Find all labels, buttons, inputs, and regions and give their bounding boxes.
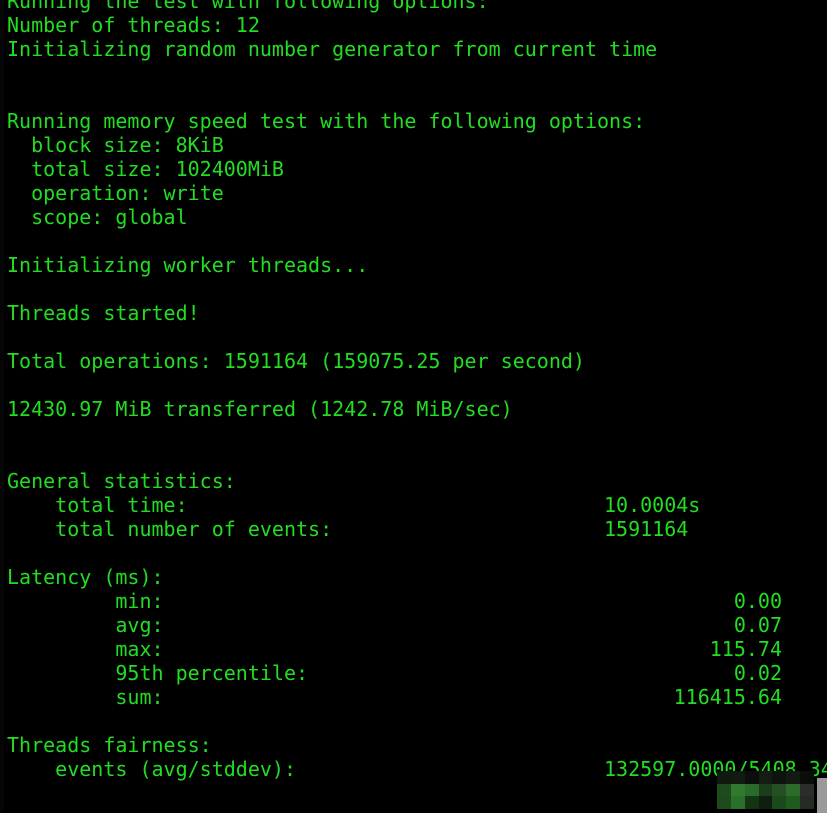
stat-label-total-events: total number of events: [7,517,333,541]
terminal-scrollbar-thumb[interactable] [817,778,827,813]
section-header-threads-fairness: Threads fairness: [7,733,212,757]
redaction-pixel [730,783,745,797]
redaction-pixel [772,771,787,784]
output-line-blank [0,445,827,469]
output-line-option-block-size: block size: 8KiB [7,133,224,157]
redaction-pixel [744,796,759,809]
stat-row-latency-p95: 95th percentile: 0.02 [0,661,827,685]
redaction-pixel [717,796,731,809]
redaction-pixel [772,796,787,809]
stat-value-latency-sum: 116415.64 [673,685,782,709]
output-line-blank [0,85,827,109]
output-line-blank [0,421,827,445]
pixelated-redaction-overlay [717,771,814,809]
output-line-option-operation: operation: write [7,181,224,205]
output-line-blank [0,373,827,397]
stat-value-latency-avg: 0.07 [733,613,782,637]
output-line-blank [0,61,827,85]
stat-row-latency-min: min: 0.00 [0,589,827,613]
output-line-num-threads: Number of threads: 12 [7,13,260,37]
output-line-total-operations: Total operations: 1591164 (159075.25 per… [7,349,585,373]
redaction-pixel [717,783,731,797]
output-line-threads-started: Threads started! [7,301,200,325]
section-header-latency: Latency (ms): [7,565,164,589]
stat-row-latency-avg: avg: 0.07 [0,613,827,637]
stat-row-total-events: total number of events: 1591164 [0,517,827,541]
stat-value-total-time: 10.0004s [604,493,701,517]
stat-value-latency-p95: 0.02 [733,661,782,685]
output-line-mem-test-header: Running memory speed test with the follo… [7,109,646,133]
stat-row-events-avg-stddev: events (avg/stddev): 132597.0000/5408.34 [0,757,827,781]
redaction-pixel [744,771,759,784]
terminal-output: Running the test with following options:… [0,0,827,781]
output-line-init-rng: Initializing random number generator fro… [7,37,658,61]
terminal-window: Running the test with following options:… [0,0,827,813]
redaction-pixel [800,796,814,809]
redaction-pixel [744,783,759,797]
section-header-general-statistics: General statistics: [7,469,236,493]
stat-row-total-time: total time: 10.0004s [0,493,827,517]
redaction-pixel [786,771,801,784]
stat-value-latency-max: 115.74 [709,637,782,661]
redaction-pixel [730,796,745,809]
output-line-init-workers: Initializing worker threads... [7,253,369,277]
terminal-left-border [0,0,4,813]
redaction-pixel [786,796,801,809]
redaction-pixel [758,771,773,784]
redaction-pixel [730,771,745,784]
output-line-option-total-size: total size: 102400MiB [7,157,284,181]
stat-row-latency-sum: sum: 116415.64 [0,685,827,709]
output-line-blank [0,277,827,301]
redaction-pixel [786,783,801,797]
output-line-transferred: 12430.97 MiB transferred (1242.78 MiB/se… [7,397,513,421]
redaction-pixel [800,771,814,784]
output-line-blank [0,325,827,349]
redaction-pixel [758,796,773,809]
stat-row-latency-max: max: 115.74 [0,637,827,661]
output-line-blank [0,541,827,565]
output-line-option-scope: scope: global [7,205,188,229]
output-line-blank [0,709,827,733]
stat-value-latency-min: 0.00 [733,589,782,613]
redaction-pixel [758,783,773,797]
redaction-pixel [772,783,787,797]
stat-value-total-events: 1591164 [604,517,689,541]
stat-label-events-avg-stddev: events (avg/stddev): [7,757,296,781]
redaction-pixel [800,783,814,797]
output-line-blank [0,229,827,253]
redaction-pixel [717,771,731,784]
output-line-run-header: Running the test with following options: [7,0,489,13]
stat-label-total-time: total time: [7,493,188,517]
